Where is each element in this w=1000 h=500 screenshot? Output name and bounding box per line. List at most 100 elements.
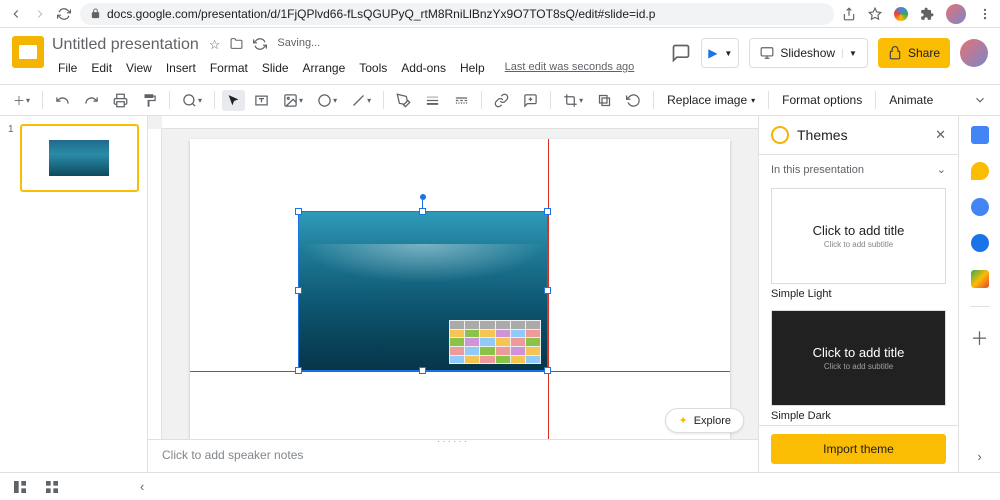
menu-slide[interactable]: Slide — [256, 58, 295, 78]
print-button[interactable] — [108, 89, 133, 112]
border-color-button[interactable] — [391, 89, 416, 112]
main-area: 1 — [0, 116, 1000, 472]
theme-card-dark[interactable]: Click to add title Click to add subtitle — [771, 310, 946, 406]
image-tool[interactable]: ▾ — [278, 89, 308, 112]
resize-handle-bl[interactable] — [295, 367, 302, 374]
guide-horizontal — [190, 371, 730, 372]
contacts-icon[interactable] — [971, 234, 989, 252]
resize-handle-tl[interactable] — [295, 208, 302, 215]
menu-tools[interactable]: Tools — [353, 58, 393, 78]
shape-tool[interactable]: ▾ — [312, 89, 342, 112]
user-avatar[interactable] — [960, 39, 988, 67]
speaker-notes[interactable]: ······ Click to add speaker notes — [148, 439, 758, 472]
slide-canvas[interactable] — [190, 139, 730, 439]
reload-icon[interactable] — [56, 6, 72, 22]
tasks-icon[interactable] — [971, 198, 989, 216]
calendar-icon[interactable] — [971, 126, 989, 144]
replace-image-button[interactable]: Replace image▾ — [661, 93, 761, 107]
filmstrip-view-icon[interactable] — [12, 479, 28, 495]
app-header: Untitled presentation ☆ Saving... File E… — [0, 28, 1000, 84]
undo-button[interactable] — [50, 89, 75, 112]
forward-icon[interactable] — [32, 6, 48, 22]
url-bar[interactable]: docs.google.com/presentation/d/1FjQPlvd6… — [80, 3, 834, 25]
selected-image[interactable] — [298, 211, 548, 371]
resize-handle-tr[interactable] — [544, 208, 551, 215]
crop-button[interactable]: ▾ — [558, 89, 588, 112]
side-panel: ＋ › — [958, 116, 1000, 472]
doc-title[interactable]: Untitled presentation — [52, 36, 199, 54]
puzzle-icon[interactable] — [920, 7, 934, 21]
close-icon[interactable]: ✕ — [935, 127, 946, 143]
import-theme-button[interactable]: Import theme — [771, 434, 946, 464]
move-icon[interactable] — [230, 37, 243, 53]
menu-file[interactable]: File — [52, 58, 83, 78]
comment-button[interactable] — [518, 89, 543, 112]
browser-avatar[interactable] — [946, 4, 966, 24]
new-slide-button[interactable]: ＋▾ — [8, 88, 35, 113]
resize-handle-tm[interactable] — [419, 208, 426, 215]
lock-icon — [90, 8, 101, 19]
animate-button[interactable]: Animate — [883, 93, 939, 107]
mask-button[interactable] — [592, 89, 617, 112]
resize-handle-mr[interactable] — [544, 287, 551, 294]
last-edit-link[interactable]: Last edit was seconds ago — [499, 58, 641, 78]
filmstrip: 1 — [0, 116, 148, 472]
present-icon-button[interactable]: ▶▼ — [701, 38, 739, 68]
explore-button[interactable]: ✦ Explore — [665, 408, 744, 433]
palette-icon — [771, 126, 789, 144]
line-tool[interactable]: ▾ — [346, 89, 376, 112]
zoom-button[interactable]: ▾ — [177, 89, 207, 112]
reset-image-button[interactable] — [621, 89, 646, 112]
select-tool[interactable] — [222, 90, 245, 111]
chevron-down-icon: ⌄ — [937, 163, 946, 176]
menu-edit[interactable]: Edit — [85, 58, 118, 78]
border-dash-button[interactable] — [449, 89, 474, 112]
menu-addons[interactable]: Add-ons — [395, 58, 452, 78]
share-url-icon[interactable] — [842, 7, 856, 21]
toolbar-expand-icon[interactable] — [968, 89, 992, 111]
menu-arrange[interactable]: Arrange — [297, 58, 352, 78]
theme-label: Simple Dark — [771, 410, 946, 422]
menu-insert[interactable]: Insert — [160, 58, 202, 78]
grid-view-icon[interactable] — [44, 479, 60, 495]
ruler-horizontal — [162, 116, 758, 129]
menu-view[interactable]: View — [120, 58, 158, 78]
saving-status: Saving... — [277, 37, 320, 53]
theme-card-light[interactable]: Click to add title Click to add subtitle — [771, 188, 946, 284]
link-button[interactable] — [489, 89, 514, 112]
paint-format-button[interactable] — [137, 89, 162, 112]
maps-icon[interactable] — [971, 270, 989, 288]
resize-handle-bm[interactable] — [419, 367, 426, 374]
format-options-button[interactable]: Format options — [776, 93, 868, 107]
back-icon[interactable] — [8, 6, 24, 22]
menu-format[interactable]: Format — [204, 58, 254, 78]
redo-button[interactable] — [79, 89, 104, 112]
toolbar: ＋▾ ▾ ▾ ▾ ▾ ▾ Replace image▾ Format optio… — [0, 84, 1000, 116]
rotate-handle[interactable] — [420, 194, 426, 200]
slide-number: 1 — [8, 124, 16, 192]
hide-sidepanel-icon[interactable]: › — [977, 449, 981, 464]
themes-title: Themes — [797, 127, 927, 143]
in-this-presentation[interactable]: In this presentation ⌄ — [759, 155, 958, 184]
share-button[interactable]: Share — [878, 38, 950, 68]
textbox-tool[interactable] — [249, 89, 274, 112]
add-addon-icon[interactable]: ＋ — [971, 325, 989, 351]
cloud-icon[interactable] — [253, 37, 267, 53]
extension-icon[interactable] — [894, 7, 908, 21]
canvas-area: ✦ Explore ······ Click to add speaker no… — [148, 116, 758, 472]
slideshow-button[interactable]: Slideshow ▼ — [749, 38, 868, 68]
url-text: docs.google.com/presentation/d/1FjQPlvd6… — [107, 7, 655, 21]
notes-resize-grip[interactable]: ······ — [437, 436, 469, 447]
star-doc-icon[interactable]: ☆ — [209, 37, 221, 53]
star-icon[interactable] — [868, 7, 882, 21]
resize-handle-br[interactable] — [544, 367, 551, 374]
resize-handle-ml[interactable] — [295, 287, 302, 294]
prev-slide-icon[interactable]: ‹ — [140, 479, 144, 494]
keep-icon[interactable] — [971, 162, 989, 180]
slide-thumbnail[interactable] — [20, 124, 139, 192]
kebab-icon[interactable] — [978, 7, 992, 21]
comments-icon[interactable] — [671, 43, 691, 63]
menu-help[interactable]: Help — [454, 58, 491, 78]
border-weight-button[interactable] — [420, 89, 445, 112]
slides-logo[interactable] — [12, 36, 44, 68]
